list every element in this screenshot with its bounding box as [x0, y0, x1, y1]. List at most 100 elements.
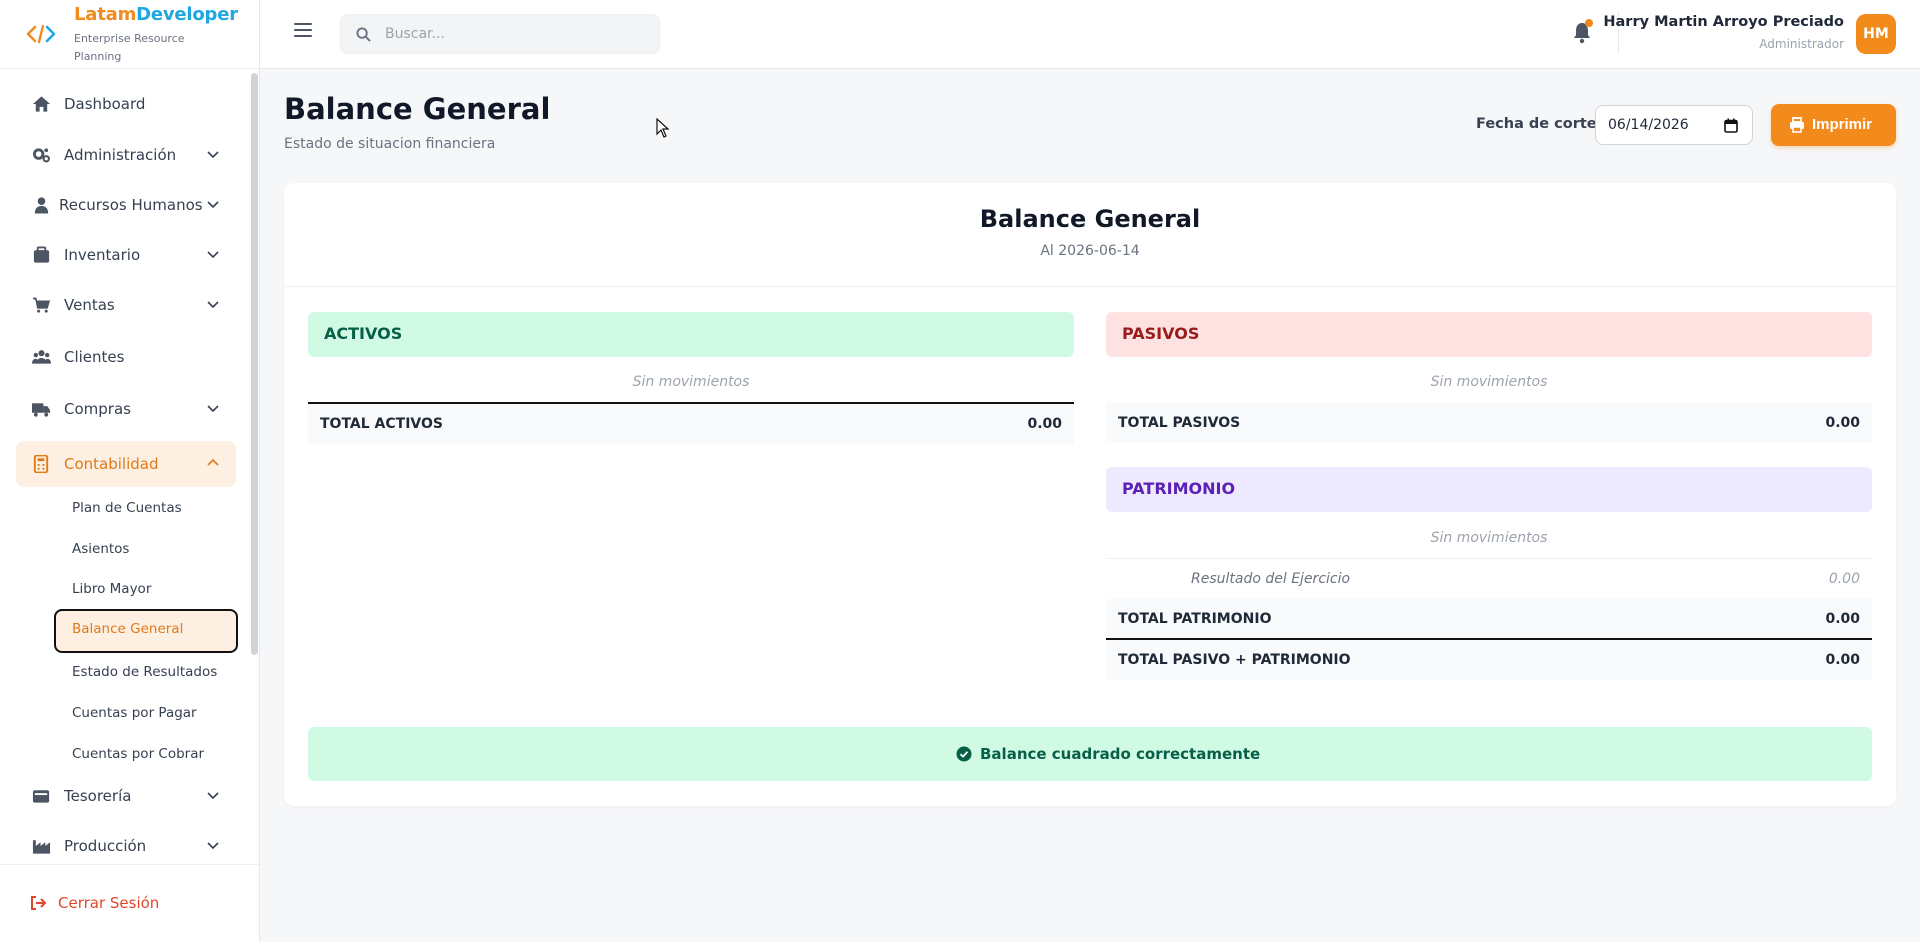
mouse-cursor-icon	[656, 118, 670, 138]
sidebar-item-label: Compras	[64, 400, 131, 418]
subitem-libro-mayor[interactable]: Libro Mayor	[54, 569, 238, 610]
user-role: Administrador	[1759, 37, 1844, 51]
pasivos-empty: Sin movimientos	[1430, 374, 1548, 390]
page-title: Balance General	[284, 92, 551, 126]
sidebar-nav: Dashboard Administración Recursos Humano…	[0, 69, 250, 864]
home-icon	[32, 96, 51, 112]
sidebar-item-contabilidad[interactable]: Contabilidad	[16, 441, 236, 487]
activos-header: ACTIVOS	[308, 312, 1074, 357]
notification-dot	[1585, 19, 1593, 27]
topbar: Harry Martin Arroyo Preciado Administrad…	[260, 0, 1920, 69]
chevron-down-icon	[207, 251, 219, 259]
subitem-cuentas-por-cobrar[interactable]: Cuentas por Cobrar	[54, 734, 238, 775]
sidebar-item-label: Tesorería	[64, 787, 132, 805]
sidebar-item-administracion[interactable]: Administración	[16, 132, 236, 178]
subitem-label: Cuentas por Cobrar	[72, 746, 205, 762]
date-value: 06/14/2026	[1608, 117, 1689, 133]
sidebar-item-label: Clientes	[64, 348, 125, 366]
pasivos-header: PASIVOS	[1106, 312, 1872, 357]
brand-name-part1: Latam	[74, 4, 137, 25]
subitem-estado-de-resultados[interactable]: Estado de Resultados	[54, 652, 238, 693]
grand-total-value: 0.00	[1825, 652, 1860, 668]
logo-icon	[26, 24, 56, 44]
date-label: Fecha de corte:	[1476, 116, 1603, 132]
grand-total-label: TOTAL PASIVO + PATRIMONIO	[1118, 652, 1351, 668]
balance-status-banner: Balance cuadrado correctamente	[308, 727, 1872, 781]
balance-card: Balance General Al 2026-06-14 ACTIVOS Si…	[284, 183, 1896, 806]
brand-subtitle: Enterprise Resource Planning	[74, 32, 185, 63]
sidebar-item-dashboard[interactable]: Dashboard	[16, 81, 236, 127]
chevron-down-icon	[207, 201, 219, 209]
sidebar-item-clientes[interactable]: Clientes	[16, 334, 236, 380]
cutoff-date-input[interactable]: 06/14/2026	[1595, 105, 1753, 145]
page-subtitle: Estado de situacion financiera	[284, 136, 496, 152]
chevron-down-icon	[207, 792, 219, 800]
subitem-label: Plan de Cuentas	[72, 500, 182, 516]
sidebar-item-label: Contabilidad	[64, 455, 159, 473]
subitem-cuentas-por-pagar[interactable]: Cuentas por Pagar	[54, 693, 238, 734]
hamburger-menu-icon[interactable]	[294, 22, 312, 38]
sidebar-item-label: Producción	[64, 837, 147, 855]
sidebar-item-inventario[interactable]: Inventario	[16, 232, 236, 278]
brand-name-part2: Developer	[136, 4, 238, 25]
sidebar-item-label: Recursos Humanos	[59, 196, 203, 214]
sidebar-item-label: Dashboard	[64, 95, 146, 113]
chevron-down-icon	[207, 842, 219, 850]
sign-out-icon	[31, 896, 46, 910]
report-date: Al 2026-06-14	[1040, 243, 1140, 259]
users-icon	[32, 350, 51, 364]
calendar-icon[interactable]	[1724, 118, 1738, 133]
sidebar-item-label: Administración	[64, 146, 177, 164]
logout-button[interactable]: Cerrar Sesión	[0, 864, 259, 942]
report-header: Balance General Al 2026-06-14	[284, 183, 1896, 287]
chevron-down-icon	[207, 405, 219, 413]
resultado-ejercicio-value: 0.00	[1828, 571, 1860, 587]
subitem-balance-general[interactable]: Balance General	[54, 609, 238, 653]
patrimonio-total-value: 0.00	[1825, 611, 1860, 627]
subitem-label: Estado de Resultados	[72, 664, 218, 680]
gears-icon	[32, 148, 50, 163]
chevron-up-icon	[207, 458, 219, 466]
resultado-ejercicio-label: Resultado del Ejercicio	[1191, 571, 1351, 587]
search-box[interactable]	[340, 14, 660, 54]
print-label: Imprimir	[1812, 116, 1873, 133]
sidebar-item-ventas[interactable]: Ventas	[16, 282, 236, 328]
sidebar-item-tesoreria[interactable]: Tesorería	[16, 773, 236, 819]
chevron-down-icon	[207, 151, 219, 159]
subitem-label: Libro Mayor	[72, 581, 152, 597]
avatar[interactable]: HM	[1856, 14, 1896, 54]
sidebar-item-recursos-humanos[interactable]: Recursos Humanos	[16, 182, 236, 228]
subitem-label: Cuentas por Pagar	[72, 705, 197, 721]
brand-name: LatamDeveloper	[74, 4, 238, 25]
report-title: Balance General	[979, 205, 1201, 233]
pasivos-header-label: PASIVOS	[1122, 324, 1200, 343]
check-circle-icon	[956, 746, 972, 762]
activos-header-label: ACTIVOS	[324, 324, 403, 343]
sidebar-item-produccion[interactable]: Producción	[16, 823, 236, 864]
logout-label: Cerrar Sesión	[58, 894, 160, 912]
user-name: Harry Martin Arroyo Preciado	[1603, 14, 1844, 30]
sidebar: LatamDeveloper Enterprise Resource Plann…	[0, 0, 260, 942]
sidebar-item-compras[interactable]: Compras	[16, 386, 236, 432]
pasivos-total-row: TOTAL PASIVOS 0.00	[1106, 403, 1872, 443]
patrimonio-header-label: PATRIMONIO	[1122, 479, 1236, 498]
resultado-ejercicio-row: Resultado del Ejercicio 0.00	[1106, 559, 1872, 599]
sidebar-item-label: Ventas	[64, 296, 115, 314]
activos-total-label: TOTAL ACTIVOS	[320, 416, 443, 432]
subitem-plan-de-cuentas[interactable]: Plan de Cuentas	[54, 488, 238, 529]
subitem-label: Asientos	[72, 541, 130, 557]
balance-status-message: Balance cuadrado correctamente	[980, 745, 1261, 763]
user-icon	[34, 197, 49, 214]
pasivos-total-value: 0.00	[1825, 415, 1860, 431]
brand: LatamDeveloper Enterprise Resource Plann…	[0, 0, 259, 69]
sidebar-scrollbar[interactable]	[251, 73, 258, 655]
chevron-down-icon	[207, 301, 219, 309]
print-button[interactable]: Imprimir	[1771, 104, 1896, 146]
printer-icon	[1790, 117, 1804, 133]
activos-total-row: TOTAL ACTIVOS 0.00	[308, 404, 1074, 444]
subitem-asientos[interactable]: Asientos	[54, 529, 238, 570]
patrimonio-total-label: TOTAL PATRIMONIO	[1118, 611, 1272, 627]
subitem-label: Balance General	[72, 621, 184, 637]
truck-icon	[32, 403, 51, 417]
search-input[interactable]	[385, 23, 645, 45]
